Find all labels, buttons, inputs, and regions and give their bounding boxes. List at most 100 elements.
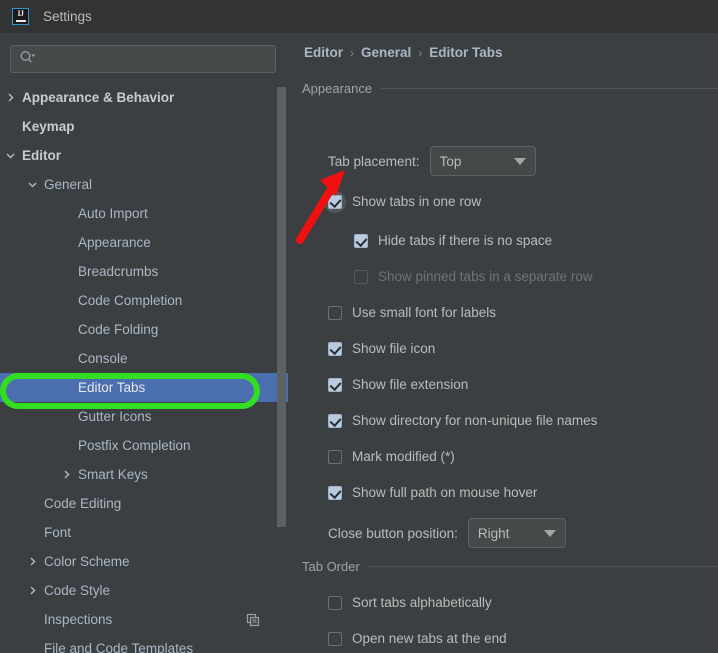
sidebar-item-code-folding[interactable]: Code Folding (0, 315, 288, 344)
sidebar-item-label: Editor (22, 148, 61, 163)
settings-window: IJ Settings Appearance & Behavior Keymap E… (0, 0, 718, 653)
sidebar-item-label: Console (78, 351, 128, 366)
logo-underline (16, 20, 26, 22)
checkbox-row-show-pinned-tabs-in-a-separate-row: Show pinned tabs in a separate row (354, 269, 593, 284)
sidebar-item-inspections[interactable]: Inspections (0, 605, 288, 634)
sidebar-item-editor[interactable]: Editor (0, 141, 288, 170)
search-input[interactable] (10, 45, 276, 73)
checkbox-row-show-full-path-on-mouse-hover[interactable]: Show full path on mouse hover (328, 485, 537, 500)
sidebar-item-label: Code Folding (78, 322, 159, 337)
checkbox-row-show-tabs-in-one-row[interactable]: Show tabs in one row (324, 190, 482, 213)
checkbox-row-use-small-font-for-labels[interactable]: Use small font for labels (328, 305, 496, 320)
checkbox-row-open-new-tabs-at-the-end[interactable]: Open new tabs at the end (328, 631, 507, 646)
sidebar-item-label: Inspections (44, 612, 113, 627)
sidebar-item-breadcrumbs[interactable]: Breadcrumbs (0, 257, 288, 286)
sidebar-item-label: Code Style (44, 583, 111, 598)
sidebar-item-general[interactable]: General (0, 170, 288, 199)
sidebar-item-font[interactable]: Font (0, 518, 288, 547)
checkbox-mark-modified[interactable] (328, 449, 342, 464)
checkbox-row-hide-tabs-if-there-is-no-space[interactable]: Hide tabs if there is no space (354, 233, 552, 248)
checkbox-open-new-tabs-at-the-end[interactable] (328, 631, 342, 646)
checkbox-show-directory-for-non-unique-file-names[interactable] (328, 413, 342, 428)
copy-icon[interactable] (246, 613, 260, 627)
window-titlebar: IJ Settings (0, 0, 718, 33)
sidebar-item-appearance-behavior[interactable]: Appearance & Behavior (0, 83, 288, 112)
sidebar-item-label: File and Code Templates (44, 641, 194, 653)
breadcrumb-item-2: Editor Tabs (429, 45, 503, 60)
sidebar-item-color-scheme[interactable]: Color Scheme (0, 547, 288, 576)
checkbox-label: Show pinned tabs in a separate row (378, 269, 593, 284)
group-header-appearance: Appearance (302, 81, 718, 96)
chevron-right-icon[interactable] (26, 556, 38, 568)
breadcrumb-separator-0: › (350, 45, 354, 60)
tab-placement-dropdown[interactable]: Top (429, 146, 536, 176)
checkbox-label: Show directory for non-unique file names (352, 413, 598, 428)
chevron-down-icon[interactable] (4, 150, 16, 162)
tab-placement-label: Tab placement: (328, 153, 420, 169)
checkbox-label: Show tabs in one row (352, 194, 482, 209)
tab-placement-row: Tab placement: Top (328, 146, 536, 176)
checkbox-sort-tabs-alphabetically[interactable] (328, 595, 342, 610)
checkbox-label: Sort tabs alphabetically (352, 595, 492, 610)
sidebar-item-label: Appearance & Behavior (22, 90, 175, 105)
chevron-right-icon[interactable] (60, 469, 72, 481)
sidebar-scrollbar-thumb[interactable] (277, 87, 286, 527)
sidebar-item-label: Code Editing (44, 496, 122, 511)
breadcrumb-separator-1: › (418, 45, 423, 60)
tab-placement-value: Top (439, 153, 462, 169)
sidebar-item-label: Breadcrumbs (78, 264, 159, 279)
group-divider (367, 566, 718, 567)
checkbox-show-full-path-on-mouse-hover[interactable] (328, 485, 342, 500)
breadcrumb-item-0[interactable]: Editor (304, 45, 343, 60)
sidebar-item-label: Postfix Completion (78, 438, 191, 453)
breadcrumb-item-1[interactable]: General (361, 45, 411, 60)
checkbox-hide-tabs-if-there-is-no-space[interactable] (354, 233, 368, 248)
breadcrumb: Editor › General › Editor Tabs (304, 45, 503, 60)
checkbox-show-file-icon[interactable] (328, 341, 342, 356)
checkbox-use-small-font-for-labels[interactable] (328, 305, 342, 320)
sidebar-item-label: Auto Import (78, 206, 148, 221)
close-button-position-dropdown[interactable]: Right (467, 518, 566, 548)
checkbox-row-mark-modified[interactable]: Mark modified (*) (328, 449, 455, 464)
sidebar-item-auto-import[interactable]: Auto Import (0, 199, 288, 228)
sidebar-item-label: Appearance (78, 235, 151, 250)
settings-tree[interactable]: Appearance & Behavior Keymap Editor General… (0, 83, 288, 653)
close-button-position-label: Close button position: (328, 525, 458, 541)
checkbox-show-file-extension[interactable] (328, 377, 342, 392)
settings-content-pane: Editor › General › Editor Tabs Appearanc… (288, 33, 718, 653)
checkbox-show-tabs-in-one-row[interactable] (328, 194, 342, 209)
checkbox-wrapper (324, 190, 346, 213)
settings-sidebar: Appearance & Behavior Keymap Editor General… (0, 33, 288, 653)
sidebar-item-label: Smart Keys (78, 467, 148, 482)
checkbox-row-show-directory-for-non-unique-file-names[interactable]: Show directory for non-unique file names (328, 413, 597, 428)
checkbox-label: Show file icon (352, 341, 436, 356)
checkbox-row-sort-tabs-alphabetically[interactable]: Sort tabs alphabetically (328, 595, 492, 610)
sidebar-item-label: Editor Tabs (78, 380, 146, 395)
checkbox-row-show-file-icon[interactable]: Show file icon (328, 341, 435, 356)
checkbox-label: Use small font for labels (352, 305, 497, 320)
sidebar-item-code-editing[interactable]: Code Editing (0, 489, 288, 518)
chevron-down-icon[interactable] (26, 179, 38, 191)
sidebar-item-gutter-icons[interactable]: Gutter Icons (0, 402, 288, 431)
sidebar-item-label: Color Scheme (44, 554, 130, 569)
checkbox-row-show-file-extension[interactable]: Show file extension (328, 377, 468, 392)
logo-text: IJ (17, 9, 24, 18)
chevron-down-icon (543, 529, 556, 537)
chevron-right-icon[interactable] (26, 585, 38, 597)
sidebar-item-keymap[interactable]: Keymap (0, 112, 288, 141)
sidebar-item-appearance[interactable]: Appearance (0, 228, 288, 257)
group-divider (380, 88, 718, 89)
sidebar-item-code-style[interactable]: Code Style (0, 576, 288, 605)
sidebar-item-editor-tabs[interactable]: Editor Tabs (0, 373, 288, 402)
sidebar-item-label: Gutter Icons (78, 409, 152, 424)
sidebar-item-file-and-code-templates[interactable]: File and Code Templates (0, 634, 288, 653)
sidebar-item-console[interactable]: Console (0, 344, 288, 373)
group-title: Tab Order (302, 559, 360, 574)
chevron-right-icon[interactable] (4, 92, 16, 104)
sidebar-item-postfix-completion[interactable]: Postfix Completion (0, 431, 288, 460)
sidebar-item-smart-keys[interactable]: Smart Keys (0, 460, 288, 489)
sidebar-scrollbar[interactable] (277, 83, 286, 653)
checkbox-label: Open new tabs at the end (352, 631, 507, 646)
close-button-position-value: Right (477, 525, 510, 541)
sidebar-item-code-completion[interactable]: Code Completion (0, 286, 288, 315)
